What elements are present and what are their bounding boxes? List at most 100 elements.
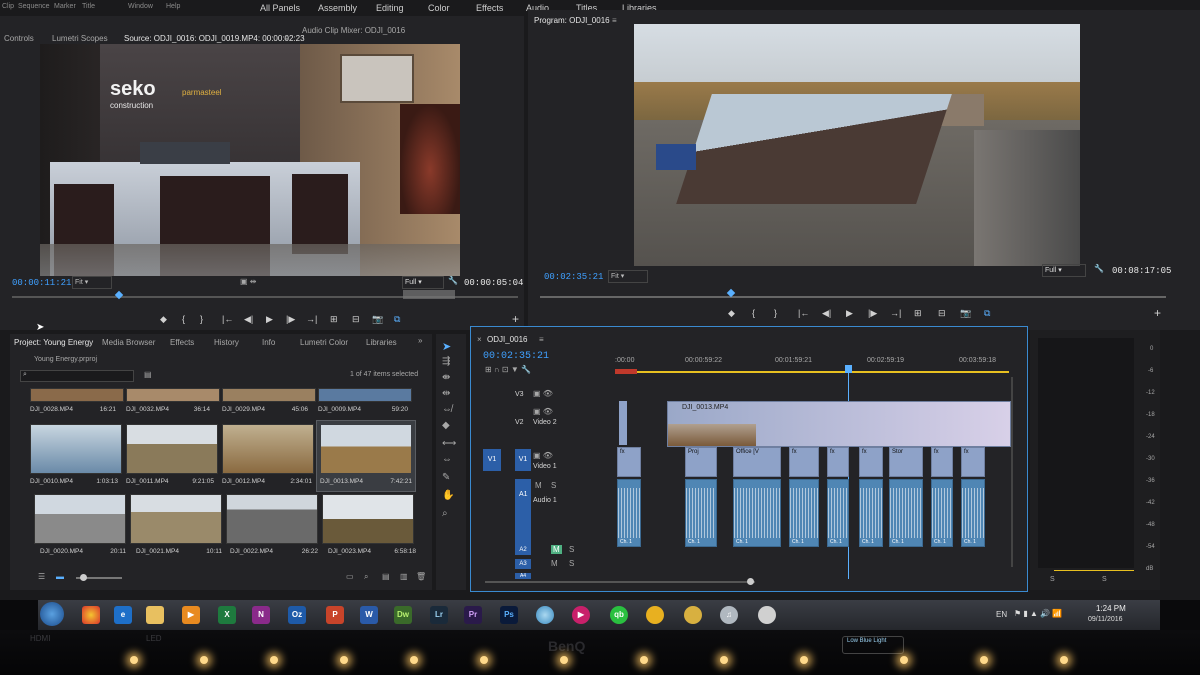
tab-audio-clip-mixer[interactable]: Audio Clip Mixer: ODJI_0016: [302, 26, 405, 35]
clip-thumb[interactable]: [318, 388, 412, 402]
media-player-icon[interactable]: ▶: [182, 606, 200, 624]
program-title[interactable]: Program: ODJI_0016: [534, 16, 610, 25]
v1-source-patch[interactable]: V1: [483, 449, 501, 471]
track-v1-target[interactable]: V1: [515, 449, 531, 471]
clip-thumb[interactable]: [126, 424, 218, 474]
track-v1-controls[interactable]: ▣ 👁: [533, 451, 553, 460]
source-goto-out-button[interactable]: →|: [306, 314, 317, 324]
source-mark-in-button[interactable]: {: [182, 314, 185, 324]
clip-thumb[interactable]: [30, 388, 124, 402]
program-add-button[interactable]: +: [1154, 306, 1161, 320]
lightroom-icon[interactable]: Lr: [430, 606, 448, 624]
source-overwrite-icon[interactable]: ▣ ⇹: [240, 277, 256, 286]
app-icon[interactable]: ▶: [572, 606, 590, 624]
program-step-back-button[interactable]: ◀|: [822, 308, 831, 319]
onenote-icon[interactable]: N: [252, 606, 270, 624]
tab-project[interactable]: Project: Young Energy: [14, 338, 93, 347]
program-settings-icon[interactable]: 🔧: [1094, 264, 1104, 273]
menu-clip[interactable]: Clip: [2, 3, 14, 10]
source-settings-icon[interactable]: 🔧: [448, 276, 458, 285]
a1-clip[interactable]: Ch. 1: [733, 479, 781, 547]
menu-title[interactable]: Title: [82, 3, 95, 10]
v1-clip[interactable]: Stor: [889, 447, 923, 477]
icon-view-icon[interactable]: ▬: [56, 572, 64, 581]
razor-tool-icon[interactable]: ◆: [442, 420, 450, 431]
v1-clip[interactable]: fx: [931, 447, 953, 477]
app-icon[interactable]: [646, 606, 664, 624]
itunes-icon[interactable]: ♫: [720, 606, 738, 624]
start-button-icon[interactable]: [40, 602, 64, 626]
clip-thumb[interactable]: [30, 424, 122, 474]
rolling-edit-tool-icon[interactable]: ⇹: [442, 388, 450, 399]
premiere-icon[interactable]: Pr: [464, 606, 482, 624]
selection-tool-icon[interactable]: ➤: [442, 340, 451, 353]
v1-clip[interactable]: fx: [961, 447, 985, 477]
app-icon[interactable]: [684, 606, 702, 624]
tab-effects[interactable]: Effects: [170, 338, 194, 347]
tab-controls[interactable]: Controls: [4, 34, 34, 43]
slide-tool-icon[interactable]: ⇔: [442, 454, 452, 465]
v1-clip[interactable]: fx: [617, 447, 641, 477]
source-overwrite-button[interactable]: ⊟: [352, 314, 360, 325]
program-play-button[interactable]: ▶: [846, 308, 853, 319]
explorer-icon[interactable]: [146, 606, 164, 624]
a1-clip[interactable]: Ch. 1: [961, 479, 985, 547]
source-insert-button[interactable]: ⊞: [330, 314, 338, 325]
timeline-tool-icons[interactable]: ⊞ ∩ ⊡ ▼ 🔧: [485, 365, 531, 374]
source-export-frame-button[interactable]: 📷: [372, 314, 383, 325]
clip-thumb[interactable]: [222, 388, 316, 402]
timeline-timecode[interactable]: 00:02:35:21: [483, 351, 549, 362]
track-v2-controls[interactable]: ▣ 👁: [533, 407, 553, 416]
source-menu-icon[interactable]: ≡: [284, 34, 289, 43]
source-goto-in-button[interactable]: |←: [222, 314, 233, 324]
v2-clip[interactable]: DJI_0013.MP4: [667, 401, 1011, 447]
rate-stretch-tool-icon[interactable]: ⇎: [442, 404, 452, 415]
meter-solo-right[interactable]: S: [1102, 576, 1107, 583]
project-search-input[interactable]: ⌕: [20, 370, 134, 382]
source-mark-out-button[interactable]: }: [200, 314, 203, 324]
new-item-icon[interactable]: ▤: [382, 572, 390, 581]
track-a1-mute[interactable]: M: [535, 481, 542, 490]
tab-info[interactable]: Info: [262, 338, 275, 347]
program-export-frame-button[interactable]: 📷: [960, 308, 971, 319]
track-a2-label[interactable]: A2: [515, 545, 531, 555]
program-lift-button[interactable]: ⊞: [914, 308, 922, 319]
app-icon[interactable]: [536, 606, 554, 624]
tab-lumetri-scopes[interactable]: Lumetri Scopes: [52, 34, 108, 43]
clip-thumb[interactable]: [226, 494, 318, 544]
ripple-edit-tool-icon[interactable]: ⇼: [442, 372, 450, 383]
source-play-button[interactable]: ▶: [266, 314, 273, 325]
trash-icon[interactable]: 🗑: [416, 572, 426, 581]
program-safe-margins-button[interactable]: ⧉: [984, 308, 990, 319]
a1-clip[interactable]: Ch. 1: [889, 479, 923, 547]
track-a2-mute[interactable]: M: [551, 545, 562, 554]
program-scrubber[interactable]: [540, 296, 1166, 298]
program-mark-in-button[interactable]: {: [752, 308, 755, 318]
sequence-tab[interactable]: ODJI_0016: [487, 335, 527, 344]
menu-marker[interactable]: Marker: [54, 3, 76, 10]
timeline-vscroll[interactable]: [1011, 377, 1013, 567]
timeline-scrollbar[interactable]: [485, 581, 755, 583]
v1-clip[interactable]: Office [V: [733, 447, 781, 477]
hand-tool-icon[interactable]: ✋: [442, 490, 454, 501]
source-step-back-button[interactable]: ◀|: [244, 314, 253, 325]
zoom-slider-handle[interactable]: [80, 574, 87, 581]
word-icon[interactable]: W: [360, 606, 378, 624]
program-fit-select[interactable]: Fit ▾: [608, 270, 648, 283]
a1-clip[interactable]: Ch. 1: [931, 479, 953, 547]
program-goto-out-button[interactable]: →|: [890, 308, 901, 318]
timeline-playhead-handle[interactable]: [845, 365, 852, 373]
a1-clip[interactable]: Ch. 1: [617, 479, 641, 547]
source-safe-margins-button[interactable]: ⧉: [394, 314, 400, 325]
program-mark-out-button[interactable]: }: [774, 308, 777, 318]
a1-clip[interactable]: Ch. 1: [789, 479, 819, 547]
clip-thumb[interactable]: [322, 494, 414, 544]
menu-sequence[interactable]: Sequence: [18, 3, 50, 10]
language-indicator[interactable]: EN: [996, 610, 1007, 619]
program-timecode-current[interactable]: 00:02:35:21: [544, 272, 603, 282]
track-a3-solo[interactable]: S: [569, 559, 574, 568]
track-v3-controls[interactable]: ▣ 👁: [533, 389, 553, 398]
ws-color[interactable]: Color: [428, 3, 450, 13]
ws-editing[interactable]: Editing: [376, 3, 404, 13]
track-a3-label[interactable]: A3: [515, 559, 531, 569]
